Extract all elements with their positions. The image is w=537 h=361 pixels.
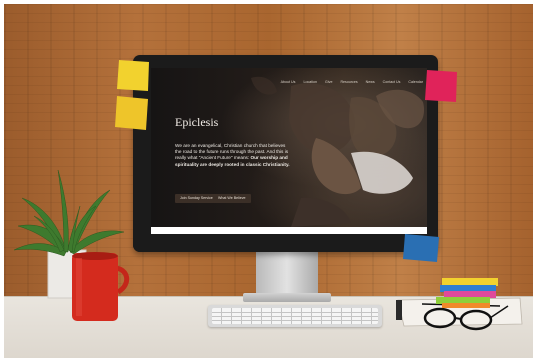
desk-scene: About Us Location Give Resources News Co… [0, 0, 537, 361]
sticky-pad-stack [436, 278, 498, 308]
